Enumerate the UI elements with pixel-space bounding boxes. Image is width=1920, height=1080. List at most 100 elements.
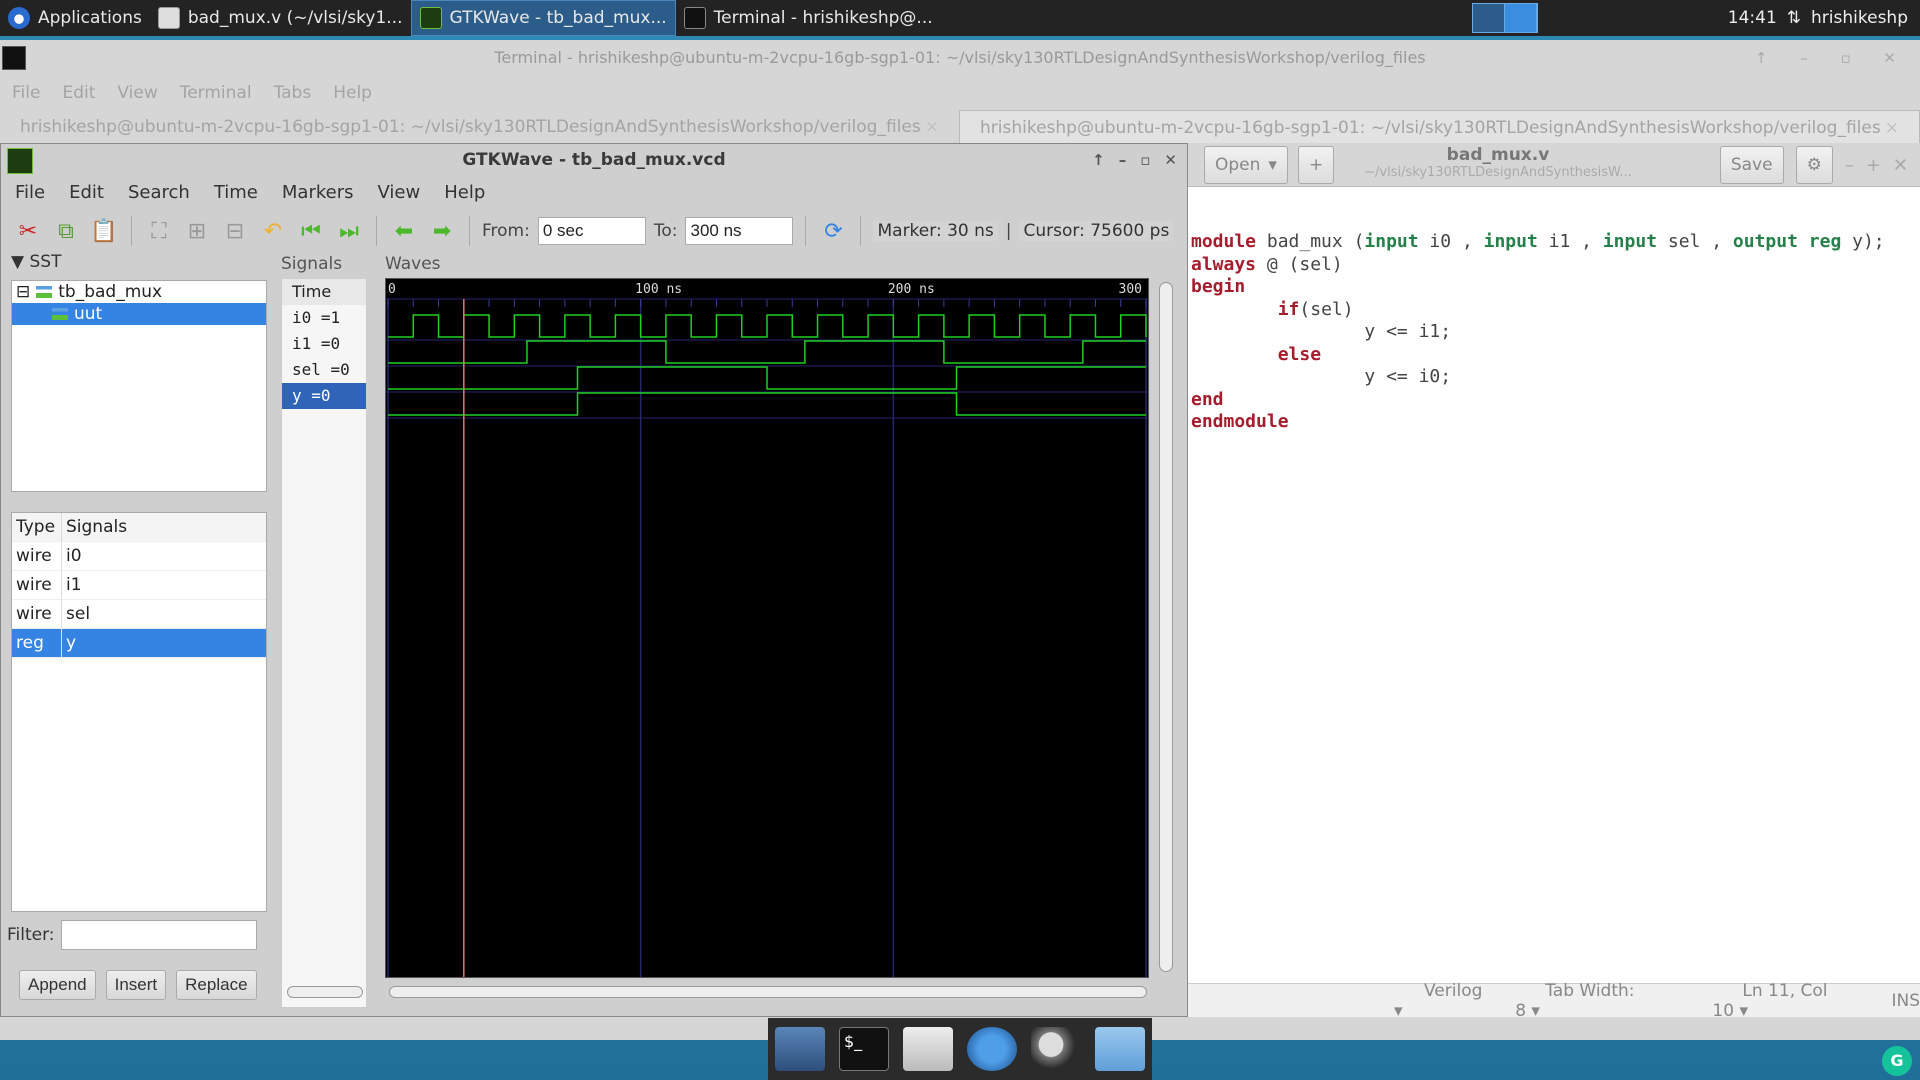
terminal-icon[interactable]: $_ [839,1027,889,1071]
close-icon[interactable]: ✕ [1164,144,1177,176]
zoom-to-start-icon[interactable]: ⏮ [296,216,326,246]
terminal-tab-1[interactable]: hrishikeshp@ubuntu-m-2vcpu-16gb-sgp1-01:… [0,110,959,144]
home-folder-icon[interactable] [903,1027,953,1071]
gtkwave-menubar: File Edit Search Time Markers View Help [1,176,1187,208]
network-icon[interactable]: ⇅ [1787,8,1801,28]
folder-icon[interactable] [1095,1027,1145,1071]
type-cell: wire [12,571,62,599]
terminal-icon [683,7,706,29]
paste-icon[interactable]: 📋 [89,216,119,246]
find-prev-edge-icon[interactable]: ⬅ [389,216,419,246]
copy-icon[interactable]: ⧉ [51,216,81,246]
web-browser-icon[interactable] [967,1027,1017,1071]
code-line: module bad_mux (input i0 , input i1 , in… [1191,231,1885,252]
menu-view[interactable]: View [117,83,157,103]
minimize-icon[interactable]: – [1845,155,1854,176]
gedit-window: Open ▾ + bad_mux.v ~/vlsi/sky130RTLDesign… [1188,143,1920,1021]
terminal-tab-2[interactable]: hrishikeshp@ubuntu-m-2vcpu-16gb-sgp1-01:… [959,110,1920,144]
code-editor[interactable]: module bad_mux (input i0 , input i1 , in… [1188,187,1920,434]
reload-icon[interactable]: ⟳ [818,216,848,246]
menu-search[interactable]: Search [128,182,190,203]
wave-plot[interactable]: 0 100 ns 200 ns 300 [386,279,1148,977]
menu-edit[interactable]: Edit [69,182,104,203]
undo-zoom-icon[interactable]: ↶ [258,216,288,246]
grammarly-icon[interactable]: G [1882,1046,1912,1076]
table-row[interactable]: wire i0 [12,542,266,571]
close-icon[interactable]: × [1885,118,1899,138]
applications-menu[interactable]: Applications [0,0,150,36]
show-desktop-icon[interactable] [775,1027,825,1071]
signal-i1[interactable]: i1 =0 [282,331,366,357]
open-button[interactable]: Open ▾ [1204,145,1288,184]
menu-help[interactable]: Help [333,83,372,103]
sst-header[interactable]: ▼ SST [11,252,267,276]
waves-vscrollbar[interactable] [1159,282,1173,972]
menu-help[interactable]: Help [444,182,485,203]
task-gtkwave[interactable]: GTKWave - tb_bad_mux... [410,0,676,36]
clock[interactable]: 14:41 [1728,8,1777,28]
zoom-to-end-icon[interactable]: ⏭ [334,216,364,246]
maximize-icon[interactable]: ▫ [1140,144,1150,176]
menu-tabs[interactable]: Tabs [274,83,312,103]
task-label: Terminal - hrishikeshp@... [713,8,933,28]
minimize-icon[interactable]: – [1119,144,1127,176]
waves-hscrollbar[interactable] [389,986,1147,998]
cut-icon[interactable]: ✂ [13,216,43,246]
replace-button[interactable]: Replace [176,970,257,1000]
type-header[interactable]: Type [12,513,62,541]
code-line: else [1277,343,1322,365]
menu-markers[interactable]: Markers [282,182,354,203]
filter-input[interactable] [60,920,257,950]
zoom-fit-icon[interactable]: ⛶ [144,216,174,246]
collapse-icon[interactable]: ⊟ [16,281,30,303]
text-editor-icon [157,7,180,29]
menu-file[interactable]: File [12,83,40,103]
signal-y[interactable]: y =0 [282,383,366,409]
shade-icon[interactable]: ↑ [1092,144,1105,176]
window-controls[interactable]: ↑ – ▫ ✕ [1755,40,1910,76]
signal-sel[interactable]: sel =0 [282,357,366,383]
tree-item-tb-bad-mux[interactable]: ⊟ tb_bad_mux [12,281,266,303]
cursor-position[interactable]: Ln 11, Col 10 ▾ [1712,981,1851,1021]
workspace-switcher[interactable] [1471,3,1538,33]
append-button[interactable]: Append [19,970,96,1000]
menu-terminal[interactable]: Terminal [180,83,252,103]
find-next-edge-icon[interactable]: ➡ [427,216,457,246]
tree-item-uut[interactable]: uut [12,303,266,325]
maximize-icon[interactable]: + [1866,155,1881,176]
table-row[interactable]: wire sel [12,600,266,629]
task-bad-mux[interactable]: bad_mux.v (~/vlsi/sky1... [150,0,411,36]
workspace-1[interactable] [1472,4,1505,32]
wave-canvas[interactable]: 0 100 ns 200 ns 300 [385,278,1149,978]
signals-header[interactable]: Signals [62,517,127,537]
save-button[interactable]: Save [1719,146,1784,184]
menu-time[interactable]: Time [214,182,258,203]
close-icon[interactable]: × [925,117,939,137]
tab-width-selector[interactable]: Tab Width: 8 ▾ [1515,981,1648,1021]
signals-hscrollbar[interactable] [287,986,363,998]
from-input[interactable] [537,217,646,245]
task-terminal[interactable]: Terminal - hrishikeshp@... [676,0,941,36]
menu-file[interactable]: File [15,182,45,203]
zoom-out-icon[interactable]: ⊟ [220,216,250,246]
menu-view[interactable]: View [378,182,421,203]
language-selector[interactable]: Verilog ▾ [1394,981,1485,1021]
zoom-in-icon[interactable]: ⊞ [182,216,212,246]
desktop: Applications bad_mux.v (~/vlsi/sky1... G… [0,0,1920,1080]
close-icon[interactable]: ✕ [1893,155,1908,176]
hierarchy-tree: ⊟ tb_bad_mux uut [11,280,267,492]
menu-button[interactable]: ⚙ [1795,146,1833,184]
signals-pane: Signals Time i0 =1 i1 =0 sel =0 y =0 [281,254,367,1008]
user-menu[interactable]: hrishikeshp [1811,8,1908,28]
signal-i0[interactable]: i0 =1 [282,305,366,331]
workspace-2[interactable] [1505,4,1537,32]
signal-time[interactable]: Time [282,279,366,305]
to-input[interactable] [685,217,794,245]
table-row[interactable]: reg y [12,629,266,658]
insert-button[interactable]: Insert [105,970,167,1000]
search-icon[interactable] [1031,1027,1081,1071]
menu-edit[interactable]: Edit [62,83,95,103]
code-line: endmodule [1191,411,1289,432]
table-row[interactable]: wire i1 [12,571,266,600]
new-tab-button[interactable]: + [1297,145,1335,184]
